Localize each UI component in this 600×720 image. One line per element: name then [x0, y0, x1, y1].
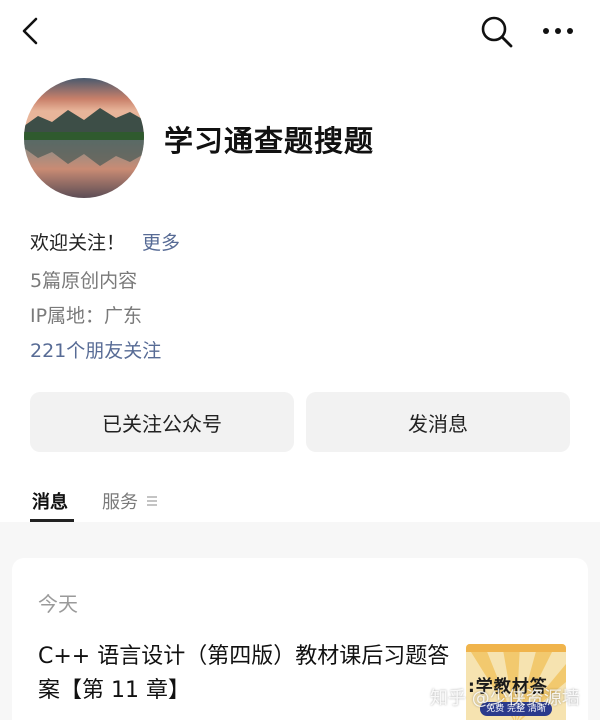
more-dots-icon[interactable] [538, 14, 578, 48]
more-link[interactable]: 更多 [142, 228, 180, 255]
back-chevron-icon[interactable] [14, 14, 48, 48]
followed-account-button[interactable]: 已关注公众号 [30, 392, 294, 452]
article-title[interactable]: C++ 语言设计（第四版）教材课后习题答案【第 11 章】 [38, 640, 458, 708]
send-message-button[interactable]: 发消息 [306, 392, 570, 452]
account-avatar[interactable] [24, 78, 144, 198]
date-label: 今天 [38, 592, 78, 616]
original-content-count: 5篇原创内容 [30, 270, 138, 292]
profile-header: 学习通查题搜题 欢迎关注！ 更多 5篇原创内容 IP属地：广东 221个朋友关注… [0, 0, 600, 522]
menu-lines-icon[interactable] [145, 493, 159, 509]
ip-location: IP属地：广东 [30, 305, 143, 327]
search-icon[interactable] [478, 13, 516, 51]
account-name: 学习通查题搜题 [164, 124, 375, 158]
top-nav-bar [0, 0, 600, 64]
tab-messages[interactable]: 消息 [32, 488, 68, 514]
friends-following-link[interactable]: 221个朋友关注 [30, 336, 161, 363]
avatar-landscape-image [24, 78, 144, 198]
watermark: 知乎 @少侠资源墙 [430, 688, 580, 709]
welcome-text: 欢迎关注！ [30, 232, 126, 254]
active-tab-indicator [30, 519, 74, 522]
tab-services[interactable]: 服务 [102, 488, 138, 514]
